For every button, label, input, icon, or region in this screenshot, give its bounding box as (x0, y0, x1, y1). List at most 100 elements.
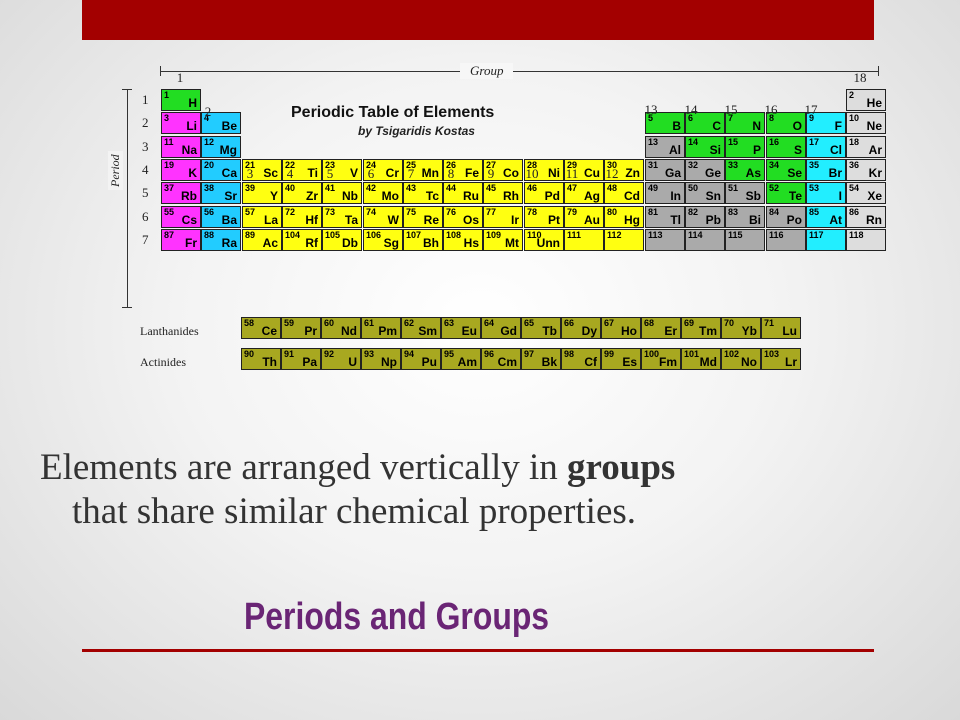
atomic-number: 37 (164, 183, 175, 193)
element-cell: 85 At (806, 206, 846, 228)
element-symbol: Tc (425, 189, 439, 203)
element-cell: 86 Rn (846, 206, 886, 228)
actinide-cell: 95 Am (441, 348, 481, 370)
atomic-number: 48 (607, 183, 618, 193)
actinide-cell: 100 Fm (641, 348, 681, 370)
atomic-number: 97 (524, 349, 535, 359)
group-number: 15 (724, 102, 738, 117)
group-axis-tick-right (878, 66, 879, 76)
atomic-number: 113 (648, 230, 663, 240)
element-cell: 106 Sg (363, 229, 403, 251)
period-number: 3 (142, 139, 149, 154)
element-cell: 75 Re (403, 206, 443, 228)
group-number: 18 (853, 70, 867, 85)
lanthanide-cell: 70 Yb (721, 317, 761, 339)
element-symbol: Be (221, 119, 237, 133)
element-cell: 118 (846, 229, 886, 251)
element-symbol: Sr (224, 189, 237, 203)
atomic-number: 90 (244, 349, 255, 359)
atomic-number: 111 (567, 230, 582, 240)
element-symbol: Er (664, 324, 677, 338)
element-symbol: Hf (305, 213, 318, 227)
atomic-number: 69 (684, 318, 695, 328)
atomic-number: 12 (204, 137, 215, 147)
element-symbol: Cm (497, 355, 517, 369)
atomic-number: 52 (769, 183, 780, 193)
element-symbol: Fm (659, 355, 677, 369)
lanthanide-cell: 66 Dy (561, 317, 601, 339)
atomic-number: 106 (366, 230, 382, 240)
atomic-number: 61 (364, 318, 375, 328)
element-cell: 81 Tl (645, 206, 685, 228)
element-symbol: Ru (463, 189, 479, 203)
group-number: 10 (525, 166, 539, 181)
atomic-number: 53 (809, 183, 820, 193)
element-cell: 113 (645, 229, 685, 251)
atomic-number: 42 (366, 183, 377, 193)
element-symbol: Sg (383, 236, 399, 250)
group-number: 11 (565, 166, 579, 181)
element-cell: 36 Kr (846, 159, 886, 181)
element-symbol: Ba (221, 213, 237, 227)
element-symbol: Th (262, 355, 277, 369)
actinide-cell: 93 Np (361, 348, 401, 370)
lanthanide-cell: 65 Tb (521, 317, 561, 339)
period-axis-line (127, 89, 128, 307)
atomic-number: 10 (849, 113, 860, 123)
element-cell: 55 Cs (161, 206, 201, 228)
atomic-number: 72 (285, 207, 296, 217)
period-number: 7 (142, 232, 149, 247)
element-symbol: Tl (670, 213, 681, 227)
lanthanide-cell: 60 Nd (321, 317, 361, 339)
element-cell: 80 Hg (604, 206, 644, 228)
atomic-number: 87 (164, 230, 175, 240)
atomic-number: 65 (524, 318, 535, 328)
element-cell: 110 Unn (524, 229, 564, 251)
lanthanides-label: Lanthanides (140, 324, 199, 338)
lanthanide-cell: 69 Tm (681, 317, 721, 339)
element-cell: 37 Rb (161, 182, 201, 204)
atomic-number: 35 (809, 160, 820, 170)
atomic-number: 93 (364, 349, 375, 359)
atomic-number: 79 (567, 207, 578, 217)
actinide-cell: 91 Pa (281, 348, 321, 370)
element-symbol: Li (186, 119, 197, 133)
atomic-number: 46 (527, 183, 538, 193)
element-cell: 112 (604, 229, 644, 251)
element-cell: 2 He (846, 89, 886, 111)
atomic-number: 116 (769, 230, 784, 240)
actinide-cell: 96 Cm (481, 348, 521, 370)
atomic-number: 81 (648, 207, 659, 217)
group-axis-tick-left (160, 66, 161, 76)
element-symbol: Au (584, 213, 600, 227)
actinide-cell: 94 Pu (401, 348, 441, 370)
element-cell: 31 Ga (645, 159, 685, 181)
atomic-number: 96 (484, 349, 495, 359)
group-number: 8 (447, 166, 455, 181)
group-number: 14 (684, 102, 698, 117)
group-number: 17 (804, 102, 818, 117)
atomic-number: 114 (688, 230, 703, 240)
element-symbol: Ir (510, 213, 519, 227)
atomic-number: 118 (849, 230, 864, 240)
element-cell: 38 Sr (201, 182, 241, 204)
lanthanide-cell: 64 Gd (481, 317, 521, 339)
atomic-number: 17 (809, 137, 820, 147)
lanthanide-cell: 62 Sm (401, 317, 441, 339)
element-symbol: He (866, 96, 882, 110)
element-symbol: Pa (302, 355, 317, 369)
element-cell: 72 Hf (282, 206, 322, 228)
lanthanide-cell: 59 Pr (281, 317, 321, 339)
atomic-number: 102 (724, 349, 740, 359)
atomic-number: 70 (724, 318, 735, 328)
atomic-number: 73 (325, 207, 336, 217)
atomic-number: 94 (404, 349, 415, 359)
element-cell: 76 Os (443, 206, 483, 228)
atomic-number: 88 (204, 230, 215, 240)
group-number: 3 (246, 166, 254, 181)
atomic-number: 34 (769, 160, 780, 170)
element-symbol: Bk (541, 355, 557, 369)
element-cell: 12 Mg (201, 136, 241, 158)
element-symbol: Re (423, 213, 439, 227)
atomic-number: 76 (446, 207, 457, 217)
